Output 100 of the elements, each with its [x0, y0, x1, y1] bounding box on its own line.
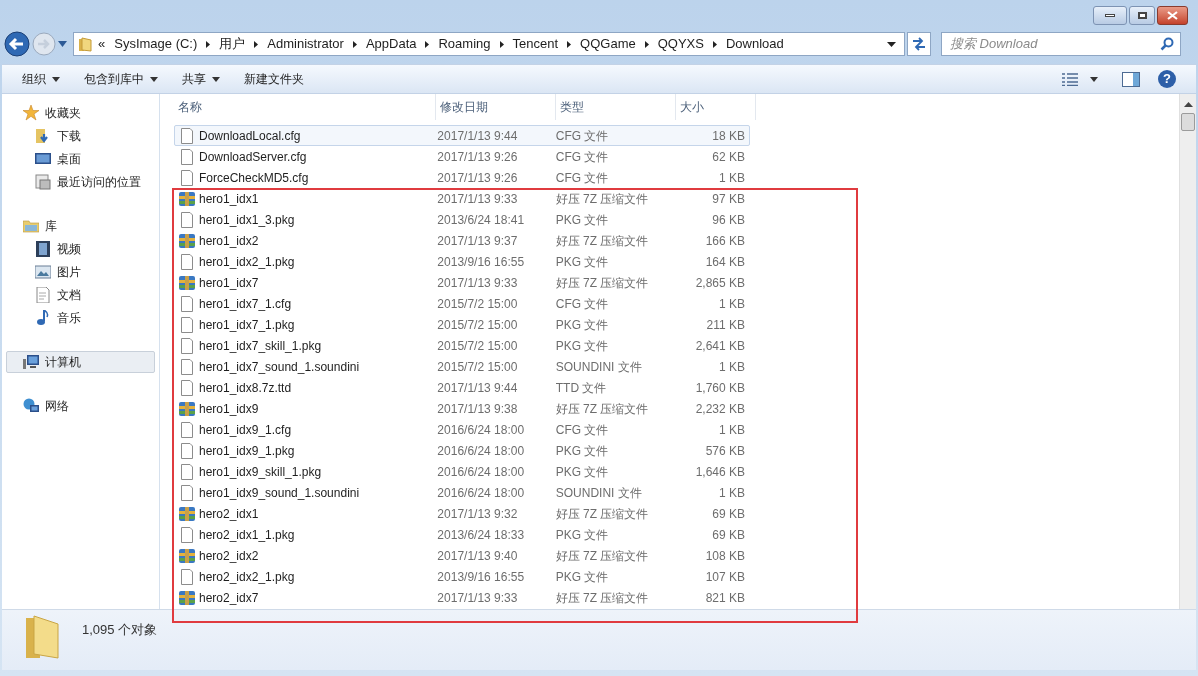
- file-row[interactable]: hero1_idx7_1.pkg 2015/7/2 15:00 PKG 文件 211 KB: [174, 314, 750, 335]
- file-name: hero1_idx7_sound_1.soundini: [199, 358, 360, 376]
- preview-pane-icon[interactable]: [1122, 71, 1140, 87]
- file-row[interactable]: hero2_idx2_1.pkg 2013/9/16 16:55 PKG 文件 107 KB: [174, 566, 750, 587]
- music-note-icon: [35, 309, 51, 326]
- history-dropdown-icon[interactable]: [58, 41, 67, 47]
- file-row[interactable]: DownloadLocal.cfg 2017/1/13 9:44 CFG 文件 18 KB: [174, 125, 750, 146]
- scrollbar[interactable]: [1179, 94, 1196, 609]
- file-name: DownloadServer.cfg: [199, 148, 307, 166]
- nav-item[interactable]: 下载: [6, 124, 155, 147]
- file-icon: [179, 253, 195, 270]
- nav-item[interactable]: 图片: [6, 260, 155, 283]
- file-row[interactable]: hero1_idx2_1.pkg 2013/9/16 16:55 PKG 文件 164 KB: [174, 251, 750, 272]
- archive-icon: [179, 589, 195, 606]
- file-row[interactable]: hero1_idx1 2017/1/13 9:33 好压 7Z 压缩文件 97 KB: [174, 188, 750, 209]
- file-row[interactable]: hero2_idx1 2017/1/13 9:32 好压 7Z 压缩文件 69 KB: [174, 503, 750, 524]
- column-header[interactable]: 修改日期: [436, 94, 556, 120]
- maximize-button[interactable]: [1129, 6, 1155, 25]
- breadcrumb-link[interactable]: SysImage (C:): [114, 34, 198, 54]
- nav-item[interactable]: 文档: [6, 283, 155, 306]
- file-size: 69 KB: [712, 506, 745, 521]
- file-row[interactable]: hero1_idx9 2017/1/13 9:38 好压 7Z 压缩文件 2,232 KB: [174, 398, 750, 419]
- column-header[interactable]: 类型: [556, 94, 676, 120]
- file-icon: [179, 379, 195, 396]
- file-size: 97 KB: [712, 191, 745, 206]
- search-placeholder: 搜索 Download: [950, 35, 1039, 54]
- file-name: hero1_idx9_sound_1.soundini: [199, 484, 360, 502]
- file-row[interactable]: hero1_idx9_skill_1.pkg 2016/6/24 18:00 PKG 文件 1,646 KB: [174, 461, 750, 482]
- desktop-icon: [35, 150, 51, 167]
- close-button[interactable]: [1157, 6, 1188, 25]
- minimize-button[interactable]: [1093, 6, 1127, 25]
- date-modified: 2016/6/24 18:00: [437, 422, 525, 437]
- nav-item[interactable]: 视频: [6, 237, 155, 260]
- nav-item[interactable]: 收藏夹: [6, 102, 155, 124]
- breadcrumb-link[interactable]: Administrator: [267, 34, 344, 54]
- file-row[interactable]: hero1_idx9_1.pkg 2016/6/24 18:00 PKG 文件 576 KB: [174, 440, 750, 461]
- file-name: hero1_idx9_skill_1.pkg: [199, 463, 322, 481]
- file-row[interactable]: hero2_idx2 2017/1/13 9:40 好压 7Z 压缩文件 108 KB: [174, 545, 750, 566]
- nav-item[interactable]: 网络: [6, 395, 155, 417]
- file-row[interactable]: hero1_idx9_sound_1.soundini 2016/6/24 18:00 SOUNDINI 文件 1 KB: [174, 482, 750, 503]
- scroll-up-icon[interactable]: [1183, 102, 1193, 107]
- file-row[interactable]: hero2_idx1_1.pkg 2013/6/24 18:33 PKG 文件 69 KB: [174, 524, 750, 545]
- breadcrumb-link[interactable]: Roaming: [438, 34, 491, 54]
- refresh-icon: [911, 37, 927, 51]
- nav-item[interactable]: 桌面: [6, 147, 155, 170]
- file-row[interactable]: ForceCheckMD5.cfg 2017/1/13 9:26 CFG 文件 1 KB: [174, 167, 750, 188]
- close-icon: [1167, 11, 1178, 20]
- column-header[interactable]: 大小: [676, 94, 756, 120]
- file-size: 1 KB: [719, 422, 745, 437]
- file-type: CFG 文件: [555, 296, 609, 311]
- search-field[interactable]: 搜索 Download: [941, 32, 1181, 56]
- breadcrumb-link[interactable]: QQGame: [580, 34, 636, 54]
- breadcrumb-link[interactable]: Download: [725, 34, 784, 54]
- date-modified: 2017/1/13 9:40: [437, 548, 518, 563]
- toolbar-button[interactable]: 新建文件夹: [234, 67, 314, 91]
- scroll-thumb[interactable]: [1181, 113, 1195, 131]
- date-modified: 2016/6/24 18:00: [437, 464, 525, 479]
- back-button[interactable]: [4, 31, 30, 57]
- file-size: 2,232 KB: [695, 401, 745, 416]
- folder-icon: [78, 36, 92, 52]
- address-bar[interactable]: « SysImage (C:) 用户 Administrator AppData Roaming Tencent QQGame QQYXS Download: [73, 32, 905, 56]
- help-button[interactable]: ?: [1158, 70, 1176, 88]
- file-row[interactable]: hero1_idx2 2017/1/13 9:37 好压 7Z 压缩文件 166 KB: [174, 230, 750, 251]
- date-modified: 2013/6/24 18:33: [437, 527, 525, 542]
- column-header[interactable]: 名称: [174, 94, 436, 120]
- toolbar-button[interactable]: 共享: [172, 67, 230, 91]
- file-row[interactable]: hero1_idx7 2017/1/13 9:33 好压 7Z 压缩文件 2,865 KB: [174, 272, 750, 293]
- toolbar-button[interactable]: 组织: [12, 67, 70, 91]
- date-modified: 2017/1/13 9:44: [437, 380, 518, 395]
- date-modified: 2017/1/13 9:32: [437, 506, 518, 521]
- breadcrumb-link[interactable]: Tencent: [512, 34, 559, 54]
- file-row[interactable]: hero1_idx7_sound_1.soundini 2015/7/2 15:00 SOUNDINI 文件 1 KB: [174, 356, 750, 377]
- file-row[interactable]: DownloadServer.cfg 2017/1/13 9:26 CFG 文件 62 KB: [174, 146, 750, 167]
- nav-item[interactable]: 计算机: [6, 351, 155, 373]
- toolbar-button[interactable]: 包含到库中: [74, 67, 168, 91]
- file-type: 好压 7Z 压缩文件: [555, 275, 649, 290]
- breadcrumb-link[interactable]: QQYXS: [657, 34, 704, 54]
- film-icon: [35, 240, 51, 257]
- file-row[interactable]: hero1_idx8.7z.ttd 2017/1/13 9:44 TTD 文件 1,760 KB: [174, 377, 750, 398]
- nav-item[interactable]: 音乐: [6, 306, 155, 329]
- dropdown-icon[interactable]: [887, 41, 896, 47]
- breadcrumb-link[interactable]: AppData: [365, 34, 417, 54]
- file-row[interactable]: hero1_idx1_3.pkg 2013/6/24 18:41 PKG 文件 96 KB: [174, 209, 750, 230]
- file-name: hero1_idx2_1.pkg: [199, 253, 295, 271]
- file-row[interactable]: hero2_idx7 2017/1/13 9:33 好压 7Z 压缩文件 821 KB: [174, 587, 750, 608]
- file-size: 1 KB: [719, 296, 745, 311]
- file-row[interactable]: hero1_idx7_skill_1.pkg 2015/7/2 15:00 PKG 文件 2,641 KB: [174, 335, 750, 356]
- file-name: hero2_idx7: [199, 589, 259, 607]
- date-modified: 2017/1/13 9:33: [437, 590, 518, 605]
- breadcrumb-link[interactable]: 用户: [219, 34, 246, 54]
- overflow-chevron[interactable]: «: [98, 34, 106, 54]
- file-size: 18 KB: [712, 128, 745, 143]
- file-row[interactable]: hero1_idx7_1.cfg 2015/7/2 15:00 CFG 文件 1 KB: [174, 293, 750, 314]
- file-row[interactable]: hero1_idx9_1.cfg 2016/6/24 18:00 CFG 文件 1 KB: [174, 419, 750, 440]
- date-modified: 2017/1/13 9:38: [437, 401, 518, 416]
- file-size: 164 KB: [705, 254, 745, 269]
- nav-item[interactable]: 库: [6, 215, 155, 237]
- download-folder-icon: [35, 127, 51, 144]
- nav-item[interactable]: 最近访问的位置: [6, 170, 155, 193]
- refresh-button[interactable]: [907, 32, 931, 56]
